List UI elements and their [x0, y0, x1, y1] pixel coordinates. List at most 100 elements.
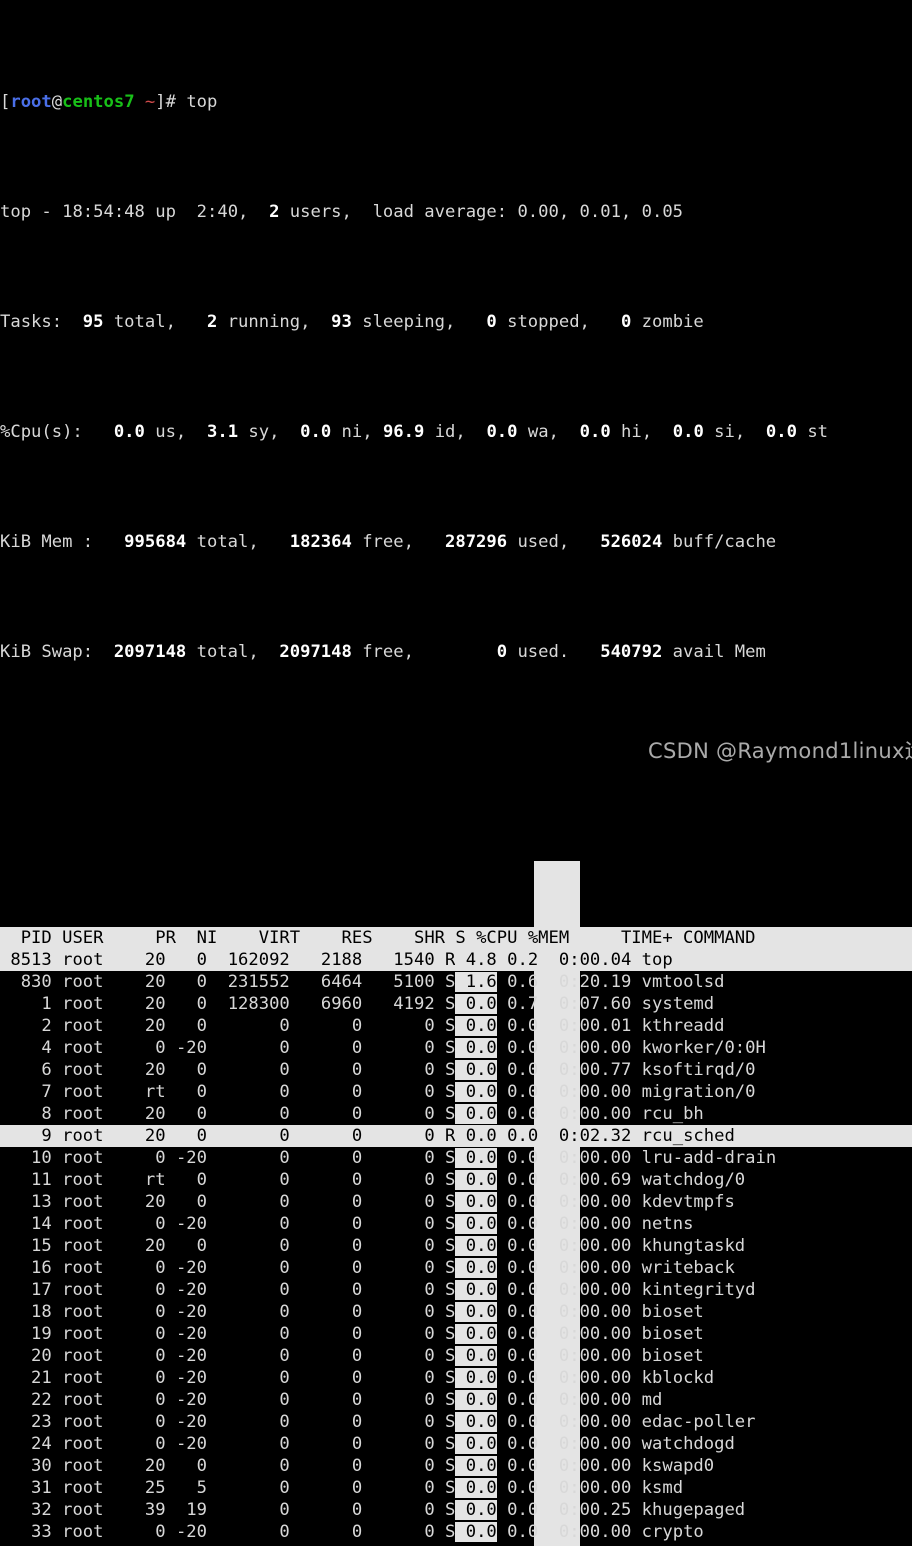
process-row[interactable]: 830 root 20 0 231552 6464 5100 S 1.6 0.6…: [0, 971, 912, 993]
process-row[interactable]: 16 root 0 -20 0 0 0 S 0.0 0.0 0:00.00 wr…: [0, 1257, 912, 1279]
mem-buffcache-value: 526024: [569, 532, 663, 552]
cell-shr: 0: [362, 1214, 435, 1234]
cell-time: 0:00.00: [538, 1214, 632, 1234]
cell-state: R: [434, 950, 456, 970]
process-row[interactable]: 14 root 0 -20 0 0 0 S 0.0 0.0 0:00.00 ne…: [0, 1213, 912, 1235]
cell-user: root: [51, 1104, 104, 1124]
cell-res: 0: [289, 1478, 363, 1498]
cell-shr: 0: [362, 1104, 435, 1124]
cell-pr: 20: [103, 950, 166, 970]
cpu-sy-label: sy,: [238, 422, 280, 442]
cell-pr: rt: [103, 1082, 166, 1102]
cell-user: root: [51, 1434, 104, 1454]
cell-user: root: [51, 1324, 104, 1344]
cell-mem: 0.0: [496, 1170, 539, 1190]
process-row[interactable]: 18 root 0 -20 0 0 0 S 0.0 0.0 0:00.00 bi…: [0, 1301, 912, 1323]
cell-time: 0:00.00: [538, 1104, 632, 1124]
cell-res: 6960: [289, 994, 363, 1014]
process-row[interactable]: 8513 root 20 0 162092 2188 1540 R 4.8 0.…: [0, 949, 912, 971]
cell-state: S: [434, 1302, 456, 1322]
cell-mem: 0.0: [496, 1456, 539, 1476]
process-row[interactable]: 9 root 20 0 0 0 0 R 0.0 0.0 0:02.32 rcu_…: [0, 1125, 912, 1147]
process-row[interactable]: 30 root 20 0 0 0 0 S 0.0 0.0 0:00.00 ksw…: [0, 1455, 912, 1477]
cell-shr: 0: [362, 1324, 435, 1344]
terminal-window[interactable]: [root@centos7 ~]# top top - 18:54:48 up …: [0, 0, 912, 1546]
cell-time: 0:00.00: [538, 1148, 632, 1168]
cell-state: S: [434, 994, 456, 1014]
cell-user: root: [51, 1412, 104, 1432]
cell-res: 6464: [289, 972, 363, 992]
cell-cpu: 0.0: [455, 1478, 497, 1498]
cell-shr: 0: [362, 1170, 435, 1190]
cell-virt: 0: [207, 1038, 290, 1058]
process-row[interactable]: 32 root 39 19 0 0 0 S 0.0 0.0 0:00.25 kh…: [0, 1499, 912, 1521]
cell-shr: 0: [362, 1236, 435, 1256]
process-row[interactable]: 21 root 0 -20 0 0 0 S 0.0 0.0 0:00.00 kb…: [0, 1367, 912, 1389]
cell-shr: 0: [362, 1522, 435, 1542]
process-row[interactable]: 13 root 20 0 0 0 0 S 0.0 0.0 0:00.00 kde…: [0, 1191, 912, 1213]
process-row[interactable]: 17 root 0 -20 0 0 0 S 0.0 0.0 0:00.00 ki…: [0, 1279, 912, 1301]
cell-mem: 0.0: [496, 1302, 539, 1322]
mem-used-value: 287296: [413, 532, 508, 552]
cell-command: netns: [631, 1214, 694, 1234]
cell-pid: 19: [0, 1324, 52, 1344]
cell-pid: 17: [0, 1280, 52, 1300]
cell-shr: 0: [362, 1456, 435, 1476]
cell-res: 0: [289, 1192, 363, 1212]
cell-user: root: [51, 1346, 104, 1366]
mem-free-value: 182364: [258, 532, 352, 552]
process-table-header-row[interactable]: PID USER PR NI VIRT RES SHR S %CPU %MEM …: [0, 927, 912, 949]
process-row[interactable]: 15 root 20 0 0 0 0 S 0.0 0.0 0:00.00 khu…: [0, 1235, 912, 1257]
process-row[interactable]: 10 root 0 -20 0 0 0 S 0.0 0.0 0:00.00 lr…: [0, 1147, 912, 1169]
process-row[interactable]: 1 root 20 0 128300 6960 4192 S 0.0 0.7 0…: [0, 993, 912, 1015]
cell-cpu: 0.0: [455, 1390, 497, 1410]
process-row[interactable]: 2 root 20 0 0 0 0 S 0.0 0.0 0:00.01 kthr…: [0, 1015, 912, 1037]
cpu-id-label: id,: [424, 422, 466, 442]
process-row[interactable]: 33 root 0 -20 0 0 0 S 0.0 0.0 0:00.00 cr…: [0, 1521, 912, 1543]
cell-shr: 4192: [362, 994, 435, 1014]
cell-res: 0: [289, 1456, 363, 1476]
process-table[interactable]: PID USER PR NI VIRT RES SHR S %CPU %MEM …: [0, 861, 912, 1546]
cell-res: 0: [289, 1258, 363, 1278]
cell-time: 0:00.00: [538, 1280, 632, 1300]
cell-cpu: 0.0: [455, 1038, 497, 1058]
cell-command: ksoftirqd/0: [631, 1060, 756, 1080]
process-row[interactable]: 7 root rt 0 0 0 0 S 0.0 0.0 0:00.00 migr…: [0, 1081, 912, 1103]
column-header-virt: VIRT: [217, 928, 301, 948]
process-row[interactable]: 23 root 0 -20 0 0 0 S 0.0 0.0 0:00.00 ed…: [0, 1411, 912, 1433]
cell-pr: 0: [103, 1368, 166, 1388]
cpu-us-label: us,: [144, 422, 187, 442]
process-row[interactable]: 31 root 25 5 0 0 0 S 0.0 0.0 0:00.00 ksm…: [0, 1477, 912, 1499]
process-row[interactable]: 4 root 0 -20 0 0 0 S 0.0 0.0 0:00.00 kwo…: [0, 1037, 912, 1059]
cell-mem: 0.0: [496, 1346, 539, 1366]
process-row[interactable]: 11 root rt 0 0 0 0 S 0.0 0.0 0:00.69 wat…: [0, 1169, 912, 1191]
cell-state: S: [434, 1192, 456, 1212]
cell-user: root: [51, 1456, 104, 1476]
column-header-pid: PID: [0, 928, 52, 948]
process-row[interactable]: 8 root 20 0 0 0 0 S 0.0 0.0 0:00.00 rcu_…: [0, 1103, 912, 1125]
process-row[interactable]: 22 root 0 -20 0 0 0 S 0.0 0.0 0:00.00 md: [0, 1389, 912, 1411]
cell-command: ksmd: [631, 1478, 684, 1498]
process-row[interactable]: 19 root 0 -20 0 0 0 S 0.0 0.0 0:00.00 bi…: [0, 1323, 912, 1345]
cell-pr: 0: [103, 1390, 166, 1410]
cell-cpu: 0.0: [455, 1236, 497, 1256]
summary-mem-line: KiB Mem : 995684 total, 182364 free, 287…: [0, 531, 912, 553]
process-row[interactable]: 24 root 0 -20 0 0 0 S 0.0 0.0 0:00.00 wa…: [0, 1433, 912, 1455]
cell-virt: 0: [207, 1148, 290, 1168]
process-table-body[interactable]: PID USER PR NI VIRT RES SHR S %CPU %MEM …: [0, 927, 912, 1543]
cell-state: S: [434, 1082, 456, 1102]
cell-time: 0:00.00: [538, 1412, 632, 1432]
cell-command: top: [631, 950, 673, 970]
process-row[interactable]: 20 root 0 -20 0 0 0 S 0.0 0.0 0:00.00 bi…: [0, 1345, 912, 1367]
cell-ni: 0: [165, 972, 207, 992]
cell-state: S: [434, 1390, 456, 1410]
cell-ni: -20: [165, 1258, 207, 1278]
cell-cpu: 0.0: [455, 1324, 497, 1344]
process-row[interactable]: 6 root 20 0 0 0 0 S 0.0 0.0 0:00.77 ksof…: [0, 1059, 912, 1081]
cell-virt: 0: [207, 1346, 290, 1366]
tasks-stopped-label: stopped,: [496, 312, 590, 332]
tasks-stopped-value: 0: [455, 312, 497, 332]
cpu-us-value: 0.0: [93, 422, 145, 442]
up-label: up: [144, 202, 187, 222]
